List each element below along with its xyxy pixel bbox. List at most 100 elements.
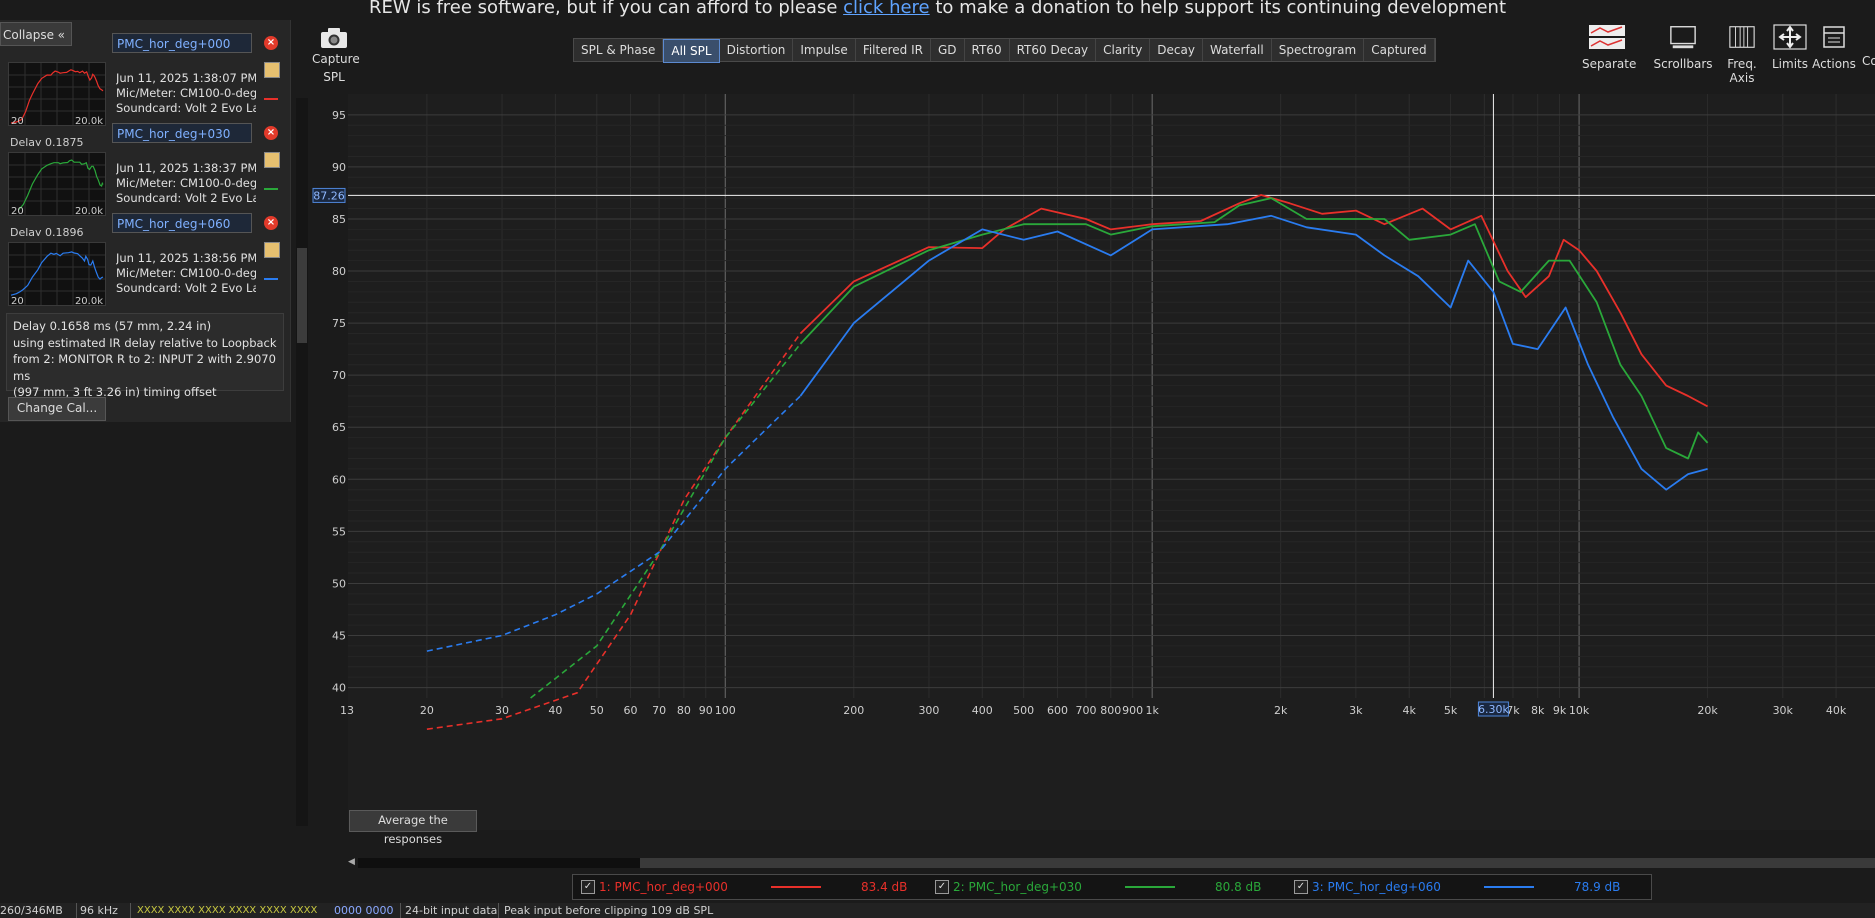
toolbar-overflow-item[interactable]: Co [1862, 24, 1875, 68]
y-tick-label: 70 [332, 369, 346, 382]
status-divider [400, 903, 401, 918]
capture-sublabel: SPL [323, 70, 345, 84]
tab-filtered-ir[interactable]: Filtered IR [856, 39, 931, 61]
tab-waterfall[interactable]: Waterfall [1203, 39, 1272, 61]
horizontal-scrollbar-thumb[interactable] [358, 858, 640, 868]
y-tick-label: 50 [332, 577, 346, 590]
x-tick-label: 700 [1076, 704, 1097, 717]
delay-info-box: Delay 0.1658 ms (57 mm, 2.24 in) using e… [6, 313, 284, 399]
tab-impulse[interactable]: Impulse [793, 39, 856, 61]
status-divider [130, 903, 131, 918]
sample-rate: 96 kHz [80, 904, 118, 917]
edit-notes-icon[interactable] [264, 152, 280, 168]
freq-axis-button[interactable]: Freq. Axis [1714, 24, 1770, 85]
tab-captured[interactable]: Captured [1364, 39, 1435, 61]
measurement-info: Jun 11, 2025 1:38:37 PM Mic/Meter: CM100-… [116, 161, 256, 206]
measurement-scrollbar[interactable] [296, 98, 308, 826]
scrollbars-label: Scrollbars [1653, 57, 1713, 71]
actions-button[interactable]: Actions [1812, 24, 1856, 71]
remove-measurement-icon[interactable]: × [264, 36, 278, 50]
limits-arrows-icon [1773, 24, 1807, 50]
average-responses-tooltip: Average the responses [349, 810, 477, 846]
measurement-thumbnail[interactable]: 20 20.0k [8, 62, 106, 127]
measurement-date: Jun 11, 2025 1:38:37 PM [116, 161, 256, 175]
change-cal-button[interactable]: Change Cal... [8, 397, 106, 421]
horizontal-scrollbar[interactable] [358, 858, 1875, 868]
measurement-soundcard: Soundcard: Volt 2 Evo Lap [116, 281, 256, 295]
measurement-info: Jun 11, 2025 1:38:07 PM Mic/Meter: CM100-… [116, 71, 256, 116]
tab-clarity[interactable]: Clarity [1096, 39, 1151, 61]
remove-measurement-icon[interactable]: × [264, 216, 278, 230]
remove-measurement-icon[interactable]: × [264, 126, 278, 140]
x-tick-label: 90 [699, 704, 713, 717]
line-style-icon[interactable] [264, 84, 278, 100]
memory-usage: 260/346MB [0, 904, 63, 917]
separate-icon [1589, 25, 1625, 49]
thumbnail-start-label: 20 [11, 116, 24, 127]
camera-icon [321, 28, 347, 48]
tab-gd[interactable]: GD [931, 39, 965, 61]
legend-label: 3: PMC_hor_deg+060 [1312, 880, 1441, 894]
status-divider [76, 903, 77, 918]
measurement-thumbnail[interactable]: 20 20.0k [8, 152, 106, 217]
x-tick-label: 80 [677, 704, 691, 717]
scroll-left-arrow-icon[interactable]: ◀ [348, 857, 358, 869]
delay-line: using estimated IR delay relative to Loo… [13, 335, 277, 350]
tab-spl-phase[interactable]: SPL & Phase [574, 39, 664, 61]
legend-value: 83.4 dB [861, 880, 908, 894]
x-tick-label: 20k [1697, 704, 1718, 717]
spl-graph[interactable]: 95 90 85 80 75 70 65 60 55 50 45 40 13 20 30 40 50 60 70 80… [312, 94, 1875, 830]
x-tick-label: 20 [420, 704, 434, 717]
spl-graph-canvas[interactable]: 95 90 85 80 75 70 65 60 55 50 45 40 13 20 30 40 50 60 70 80… [312, 94, 1875, 830]
tab-rt60[interactable]: RT60 [965, 39, 1010, 61]
separate-button[interactable]: Separate [1582, 24, 1636, 71]
edit-notes-icon[interactable] [264, 242, 280, 258]
x-tick-label: 600 [1047, 704, 1068, 717]
legend-item[interactable]: ✓ 2: PMC_hor_deg+030 80.8 dB [935, 875, 1275, 899]
measurement-name-field[interactable]: PMC_hor_deg+060 [112, 213, 252, 233]
edit-notes-icon[interactable] [264, 62, 280, 78]
legend-line-swatch [771, 886, 821, 888]
x-tick-label: 10k [1569, 704, 1590, 717]
legend-item[interactable]: ✓ 1: PMC_hor_deg+000 83.4 dB [581, 875, 921, 899]
tab-all-spl[interactable]: All SPL [663, 39, 720, 63]
measurement-mic: Mic/Meter: CM100-0-degr [116, 176, 256, 190]
actions-label: Actions [1812, 57, 1856, 71]
tab-spectrogram[interactable]: Spectrogram [1272, 39, 1365, 61]
measurement-item[interactable]: PMC_hor_deg+000×12020.0kJun 11, 2025 1:3… [0, 33, 288, 146]
legend-checkbox[interactable]: ✓ [935, 880, 949, 894]
limits-button[interactable]: Limits [1770, 24, 1810, 71]
tab-decay[interactable]: Decay [1150, 39, 1203, 61]
x-tick-label: 40 [548, 704, 562, 717]
measurement-item[interactable]: PMC_hor_deg+030×22020.0kJun 11, 2025 1:3… [0, 123, 288, 236]
x-tick-label: 400 [972, 704, 993, 717]
measurement-name-field[interactable]: PMC_hor_deg+000 [112, 33, 252, 53]
line-style-icon[interactable] [264, 264, 278, 280]
legend-line-swatch [1484, 886, 1534, 888]
capture-button[interactable]: Capture SPL [312, 26, 360, 85]
measurement-thumbnail[interactable]: 20 20.0k [8, 242, 106, 307]
line-style-icon[interactable] [264, 174, 278, 190]
scrollbars-button[interactable]: Scrollbars [1652, 24, 1714, 71]
scrollbars-icon [1670, 26, 1696, 49]
legend-value: 78.9 dB [1574, 880, 1621, 894]
measurement-mic: Mic/Meter: CM100-0-degr [116, 266, 256, 280]
banner-text-before: REW is free software, but if you can aff… [368, 0, 844, 18]
legend-item[interactable]: ✓ 3: PMC_hor_deg+060 78.9 dB [1294, 875, 1634, 899]
x-tick-label: 3k [1349, 704, 1363, 717]
x-tick-label: 4k [1403, 704, 1417, 717]
legend-checkbox[interactable]: ✓ [581, 880, 595, 894]
measurement-name-field[interactable]: PMC_hor_deg+030 [112, 123, 252, 143]
x-tick-label: 300 [918, 704, 939, 717]
measurement-item[interactable]: PMC_hor_deg+060×32020.0kJun 11, 2025 1:3… [0, 213, 288, 307]
legend-checkbox[interactable]: ✓ [1294, 880, 1308, 894]
scrollbar-thumb[interactable] [297, 248, 307, 343]
toolbar-overflow-label: Co [1862, 54, 1875, 68]
tab-distortion[interactable]: Distortion [720, 39, 794, 61]
status-divider [498, 903, 499, 918]
graph-legend: ✓ 1: PMC_hor_deg+000 83.4 dB ✓ 2: PMC_hor_de… [572, 874, 1652, 900]
peak-input: Peak input before clipping 109 dB SPL [504, 904, 714, 917]
donation-link[interactable]: click here [843, 0, 930, 18]
tab-rt60-decay[interactable]: RT60 Decay [1010, 39, 1097, 61]
banner-text-after: to make a donation to help support its c… [929, 0, 1507, 18]
